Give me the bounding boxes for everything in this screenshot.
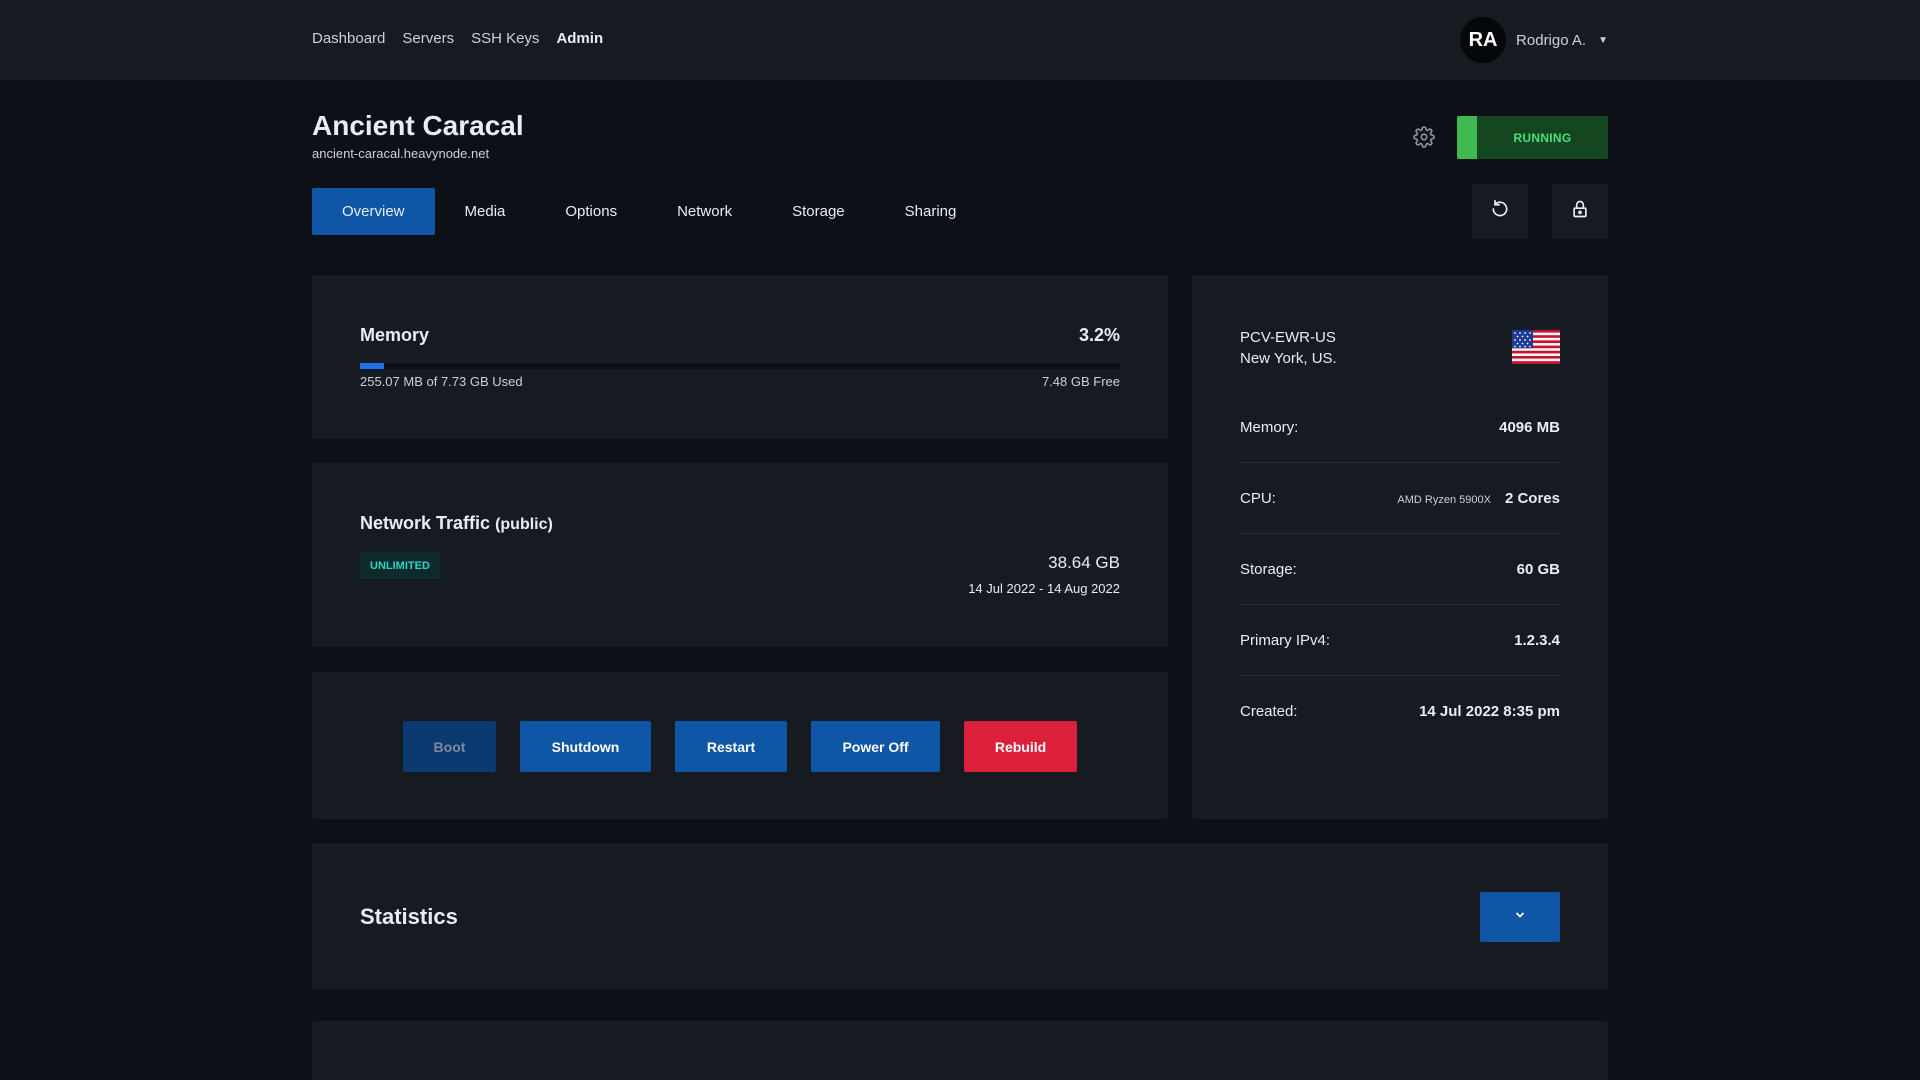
tab-network[interactable]: Network — [647, 188, 762, 235]
spec-label: Storage: — [1240, 560, 1297, 578]
tab-storage[interactable]: Storage — [762, 188, 875, 235]
nav-servers[interactable]: Servers — [402, 30, 454, 47]
memory-progress-bar — [360, 363, 1120, 369]
power-actions: Boot Shutdown Restart Power Off Rebuild — [403, 721, 1077, 772]
cpu-model: AMD Ryzen 5900X — [1397, 493, 1491, 506]
tab-media[interactable]: Media — [435, 188, 536, 235]
spec-row-cpu: CPU: AMD Ryzen 5900X 2 Cores — [1240, 463, 1560, 534]
tab-options[interactable]: Options — [535, 188, 647, 235]
caret-down-icon: ▼ — [1598, 34, 1608, 46]
memory-free: 7.48 GB Free — [1041, 374, 1120, 389]
nav-dashboard[interactable]: Dashboard — [312, 30, 385, 47]
boot-button[interactable]: Boot — [403, 721, 496, 772]
restart-button[interactable]: Restart — [675, 721, 787, 772]
gear-icon[interactable] — [1413, 126, 1435, 148]
top-navbar: Dashboard Servers SSH Keys Admin RA Rodr… — [0, 0, 1920, 80]
rebuild-button[interactable]: Rebuild — [964, 721, 1077, 772]
location-code: PCV-EWR-US — [1240, 329, 1336, 346]
lock-button[interactable] — [1552, 184, 1608, 239]
spec-value-cpu: AMD Ryzen 5900X 2 Cores — [1397, 490, 1560, 507]
statistics-title: Statistics — [360, 904, 458, 929]
network-title: Network Traffic (public) — [360, 513, 553, 534]
refresh-button[interactable] — [1472, 184, 1528, 239]
network-amount: 38.64 GB — [1048, 553, 1120, 572]
power-card: Boot Shutdown Restart Power Off Rebuild — [312, 672, 1168, 819]
network-card: Network Traffic (public) UNLIMITED 38.64… — [312, 463, 1168, 647]
memory-used: 255.07 MB of 7.73 GB Used — [360, 374, 523, 389]
spec-row-ipv4: Primary IPv4: 1.2.3.4 — [1240, 605, 1560, 676]
spec-value: 4096 MB — [1499, 418, 1560, 436]
spec-value: 60 GB — [1516, 560, 1560, 578]
shutdown-button[interactable]: Shutdown — [520, 721, 651, 772]
spec-label: Memory: — [1240, 418, 1299, 436]
nav-admin[interactable]: Admin — [556, 30, 603, 47]
spec-row-storage: Storage: 60 GB — [1240, 534, 1560, 605]
spec-value[interactable]: 1.2.3.4 — [1514, 632, 1560, 649]
memory-progress-fill — [360, 363, 385, 369]
user-name: Rodrigo A. — [1516, 31, 1587, 49]
main-nav: Dashboard Servers SSH Keys Admin — [312, 30, 603, 47]
server-hostname: ancient-caracal.heavynode.net — [312, 146, 490, 161]
statistics-card: Statistics — [312, 843, 1608, 990]
chevron-down-icon — [1514, 908, 1526, 926]
spec-value: 14 Jul 2022 8:35 pm — [1419, 703, 1560, 720]
power-off-button[interactable]: Power Off — [811, 721, 940, 772]
us-flag-icon — [1512, 330, 1560, 364]
spec-label: Primary IPv4: — [1240, 631, 1331, 649]
spec-row-memory: Memory: 4096 MB — [1240, 392, 1560, 463]
tab-sharing[interactable]: Sharing — [875, 188, 987, 235]
user-menu[interactable]: RA Rodrigo A. ▼ — [1460, 17, 1608, 63]
next-card — [312, 1021, 1608, 1080]
network-subtitle: (public) — [495, 516, 553, 533]
location-city: New York, US. — [1240, 350, 1337, 367]
refresh-icon — [1490, 199, 1510, 224]
spec-row-created: Created: 14 Jul 2022 8:35 pm — [1240, 676, 1560, 747]
network-date-range: 14 Jul 2022 - 14 Aug 2022 — [968, 581, 1120, 596]
memory-card: Memory 3.2% 255.07 MB of 7.73 GB Used 7.… — [312, 275, 1168, 439]
server-tabs: Overview Media Options Network Storage S… — [312, 188, 986, 235]
statistics-toggle-button[interactable] — [1480, 892, 1560, 942]
status-button[interactable]: RUNNING — [1457, 116, 1608, 159]
memory-title: Memory — [360, 325, 430, 345]
lock-icon — [1570, 199, 1590, 224]
memory-percent: 3.2% — [1078, 325, 1120, 345]
network-title-text: Network Traffic — [360, 513, 491, 533]
nav-ssh-keys[interactable]: SSH Keys — [471, 30, 539, 47]
page-title: Ancient Caracal — [312, 110, 524, 141]
server-details-card: PCV-EWR-US New York, US. Memory: 4096 MB… — [1192, 275, 1608, 819]
cpu-cores: 2 Cores — [1504, 489, 1560, 507]
spec-label: Created: — [1240, 703, 1298, 720]
unlimited-badge: UNLIMITED — [360, 552, 440, 579]
status-label: RUNNING — [1513, 130, 1572, 145]
spec-label: CPU: — [1240, 489, 1276, 507]
tab-overview[interactable]: Overview — [312, 188, 435, 235]
avatar: RA — [1460, 17, 1507, 63]
